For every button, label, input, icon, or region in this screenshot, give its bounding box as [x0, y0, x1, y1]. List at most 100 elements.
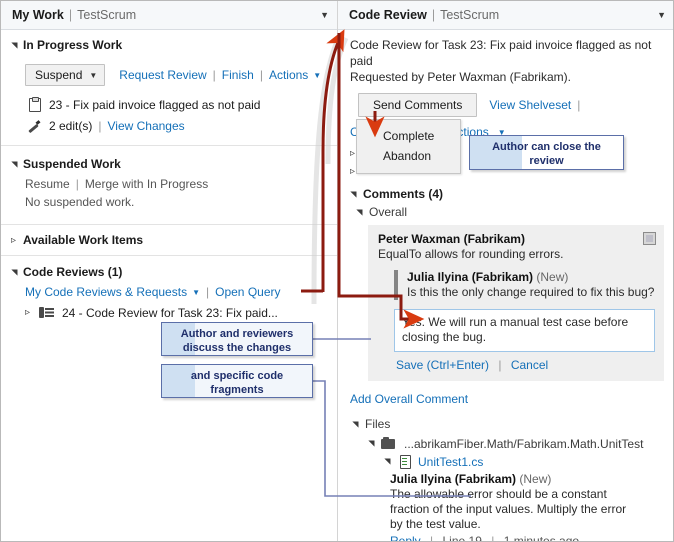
code-review-header: Code Review | TestScrum ▼	[338, 1, 673, 30]
comment-expand-button[interactable]	[643, 232, 656, 245]
comment-author: Peter Waxman (Fabrikam)	[378, 232, 525, 246]
finish-link[interactable]: Finish	[222, 68, 254, 82]
save-link[interactable]: Save (Ctrl+Enter)	[396, 358, 489, 372]
send-comments-button[interactable]: Send Comments	[358, 93, 478, 117]
reply-author: Julia Ilyina (Fabrikam)	[407, 270, 534, 284]
reply-status: (New)	[536, 270, 569, 284]
pencil-icon	[27, 119, 42, 134]
files-header-label: Files	[365, 417, 391, 431]
reply-author-row: Julia Ilyina (Fabrikam) (New)	[407, 270, 655, 284]
section-title: In Progress Work	[23, 38, 123, 52]
files-header[interactable]: Files	[338, 417, 673, 431]
reply-link[interactable]: Reply	[390, 534, 421, 541]
expander-open-icon[interactable]	[11, 159, 23, 169]
menu-item-abandon[interactable]: Abandon	[357, 146, 460, 166]
section-suspended-work[interactable]: Suspended Work	[1, 146, 337, 177]
work-item-label: 23 - Fix paid invoice flagged as not pai…	[49, 97, 261, 112]
line-number: Line 19	[442, 534, 482, 542]
suspended-empty-text: No suspended work.	[25, 195, 135, 209]
comment-time: 1 minutes ago	[503, 534, 580, 542]
section-title: Suspended Work	[23, 157, 121, 171]
expander-open-icon[interactable]	[384, 457, 397, 466]
expander-open-icon[interactable]	[11, 267, 23, 277]
chevron-down-icon[interactable]: ▼	[657, 10, 666, 20]
expander-open-icon[interactable]	[11, 40, 23, 50]
code-reviews-commands: My Code Reviews & Requests ▼ | Open Quer…	[1, 285, 337, 299]
close-review-menu[interactable]: Complete Abandon	[356, 119, 461, 174]
overall-header-label: Overall	[369, 205, 408, 219]
my-work-subtitle: TestScrum	[77, 8, 137, 22]
expander-closed-icon[interactable]	[25, 307, 37, 318]
in-progress-commands: Suspend ▼ Request Review | Finish | Acti…	[1, 58, 337, 90]
section-in-progress-work[interactable]: In Progress Work	[1, 30, 337, 58]
my-work-header: My Work | TestScrum ▼	[1, 1, 337, 30]
suspended-empty-row: No suspended work.	[1, 195, 337, 215]
expander-open-icon[interactable]	[368, 439, 381, 448]
callout-fragments: and specific code fragments	[161, 364, 313, 398]
chevron-down-icon[interactable]: ▼	[89, 71, 97, 80]
code-review-item-label: 24 - Code Review for Task 23: Fix paid..…	[62, 305, 278, 320]
app-window: My Work | TestScrum ▼ In Progress Work S…	[0, 0, 674, 542]
overall-header[interactable]: Overall	[338, 205, 673, 219]
section-title: Code Reviews (1)	[23, 265, 123, 279]
divider: |	[98, 118, 102, 133]
file-comment-author-row: Julia Ilyina (Fabrikam) (New)	[390, 472, 640, 486]
code-review-panel: Code Review | TestScrum ▼ Code Review fo…	[338, 1, 673, 542]
section-available-work-items[interactable]: Available Work Items	[1, 225, 337, 255]
my-work-title: My Work	[12, 8, 64, 22]
divider: |	[259, 68, 263, 82]
divider: |	[577, 98, 581, 112]
divider: |	[498, 358, 502, 372]
expander-closed-icon[interactable]	[11, 235, 23, 246]
expander-open-icon[interactable]	[350, 190, 363, 199]
view-changes-link[interactable]: View Changes	[107, 119, 184, 133]
task-icon	[27, 96, 42, 112]
merge-link[interactable]: Merge with In Progress	[85, 177, 208, 191]
file-row[interactable]: UnitTest1.cs	[338, 454, 673, 469]
reply-actions: Save (Ctrl+Enter) | Cancel	[396, 358, 655, 372]
expander-open-icon[interactable]	[356, 208, 369, 217]
add-overall-comment-link[interactable]: Add Overall Comment	[350, 392, 468, 406]
reply-editor[interactable]: Yes. We will run a manual test case befo…	[394, 309, 655, 352]
suspend-button[interactable]: Suspend ▼	[25, 64, 106, 86]
comment-text: EqualTo allows for rounding errors.	[378, 247, 564, 261]
resume-link[interactable]: Resume	[25, 177, 70, 191]
review-description-line1: Code Review for Task 23: Fix paid invoic…	[350, 38, 652, 68]
chevron-down-icon[interactable]: ▼	[192, 288, 200, 297]
divider: |	[75, 177, 79, 191]
comments-header-label: Comments (4)	[363, 187, 444, 201]
file-folder-row[interactable]: ...abrikamFiber.Math/Fabrikam.Math.UnitT…	[338, 436, 673, 451]
code-review-icon	[39, 305, 54, 320]
header-separator: |	[68, 8, 73, 22]
folder-icon	[381, 436, 396, 451]
section-code-reviews[interactable]: Code Reviews (1)	[1, 256, 337, 285]
callout-close-review: Author can close the review	[469, 135, 624, 170]
my-code-reviews-link[interactable]: My Code Reviews & Requests	[25, 285, 187, 299]
cancel-link[interactable]: Cancel	[511, 358, 548, 372]
edits-count: 2 edit(s)	[49, 118, 93, 133]
menu-item-complete[interactable]: Complete	[357, 126, 460, 146]
comments-header[interactable]: Comments (4)	[338, 187, 673, 201]
file-comment-block: Julia Ilyina (Fabrikam) (New) The allowa…	[338, 472, 673, 542]
file-name-link[interactable]: UnitTest1.cs	[418, 455, 483, 469]
actions-link[interactable]: Actions	[269, 68, 308, 82]
file-comment-status: (New)	[519, 472, 552, 486]
view-shelveset-link[interactable]: View Shelveset	[489, 98, 571, 112]
folder-path: ...abrikamFiber.Math/Fabrikam.Math.UnitT…	[404, 436, 644, 451]
divider: |	[212, 68, 216, 82]
my-work-body: In Progress Work Suspend ▼ Request Revie…	[1, 30, 337, 541]
suspend-label: Suspend	[35, 68, 83, 82]
code-review-item-row[interactable]: 24 - Code Review for Task 23: Fix paid..…	[1, 299, 337, 320]
chevron-down-icon[interactable]: ▼	[313, 71, 321, 80]
chevron-down-icon[interactable]: ▼	[320, 10, 329, 20]
overall-comment-block: Peter Waxman (Fabrikam) EqualTo allows f…	[368, 225, 664, 381]
file-comment-text: The allowable error should be a constant…	[390, 487, 627, 531]
divider: |	[206, 285, 210, 299]
code-review-body: Code Review for Task 23: Fix paid invoic…	[338, 30, 673, 542]
expander-open-icon[interactable]	[352, 420, 365, 429]
file-comment-meta: Reply | Line 19 | 1 minutes ago	[390, 534, 640, 542]
work-item-row[interactable]: 23 - Fix paid invoice flagged as not pai…	[1, 94, 337, 115]
request-review-link[interactable]: Request Review	[119, 68, 206, 82]
reply-text: Is this the only change required to fix …	[407, 285, 655, 299]
open-query-link[interactable]: Open Query	[215, 285, 280, 299]
